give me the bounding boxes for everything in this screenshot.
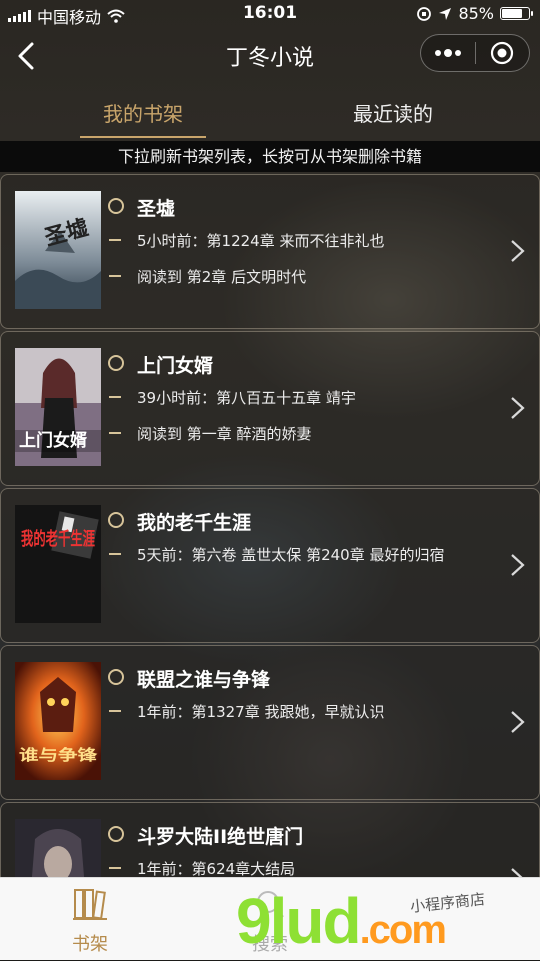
active-tab-indicator (80, 136, 206, 138)
watermark-brand: 9lud (236, 885, 362, 957)
book-card[interactable]: 我的老千生涯 我的老千生涯 5天前：第六卷 盖世太保 第240章 最好的归宿 (0, 488, 540, 643)
latest-update: 1年前：第624章大结局 (137, 860, 296, 878)
title-bullet-icon (108, 512, 124, 528)
title-bullet-icon (108, 669, 124, 685)
tab-bookshelf[interactable]: 书架 (40, 878, 140, 961)
status-right: 85% (416, 4, 533, 23)
target-circle-icon (491, 41, 514, 65)
dash-icon (109, 710, 121, 712)
latest-update: 1年前：第1327章 我跟她，早就认识 (137, 703, 385, 721)
title-bullet-icon (108, 355, 124, 371)
dash-icon (109, 239, 121, 241)
tab-recently-read[interactable]: 最近读的 (330, 98, 456, 127)
cover-title: 上门女婿 (19, 430, 87, 451)
book-title: 联盟之谁与争锋 (137, 669, 271, 691)
mini-program-capsule (420, 34, 530, 72)
bookshelf-icon (73, 889, 107, 920)
book-cover: 谁与争锋 (15, 662, 101, 780)
book-cover: 圣墟 (15, 191, 101, 309)
title-bullet-icon (108, 826, 124, 842)
chevron-right-icon (511, 554, 525, 576)
book-cover: 我的老千生涯 (15, 505, 101, 623)
cover-title: 我的老千生涯 (21, 528, 95, 550)
battery-percent: 85% (458, 4, 494, 23)
book-title: 我的老千生涯 (137, 512, 252, 534)
shelf-tabs: 我的书架 最近读的 (0, 86, 540, 140)
location-icon (439, 7, 452, 20)
book-cover: 上门女婿 (15, 348, 101, 466)
pull-refresh-tip: 下拉刷新书架列表，长按可从书架删除书籍 (0, 141, 540, 172)
navigation-bar: 丁冬小说 (0, 28, 540, 84)
dash-icon (109, 867, 121, 869)
tab-my-bookshelf[interactable]: 我的书架 (80, 98, 206, 127)
book-card[interactable]: 谁与争锋 联盟之谁与争锋 1年前：第1327章 我跟她，早就认识 (0, 645, 540, 800)
dash-icon (109, 432, 121, 434)
more-menu-button[interactable] (421, 35, 475, 71)
battery-icon (500, 7, 533, 20)
close-mini-program-button[interactable] (476, 35, 530, 71)
battery-fill (502, 9, 522, 18)
orientation-lock-icon (417, 6, 432, 21)
cover-title: 谁与争锋 (19, 746, 98, 764)
chevron-right-icon (511, 397, 525, 419)
latest-update: 5小时前：第1224章 来而不往非礼也 (137, 232, 385, 250)
dash-icon (109, 553, 121, 555)
book-title: 上门女婿 (137, 355, 214, 377)
read-progress: 阅读到 第2章 后文明时代 (137, 268, 307, 286)
book-title: 圣墟 (137, 198, 176, 220)
chevron-right-icon (511, 240, 525, 262)
latest-update: 5天前：第六卷 盖世太保 第240章 最好的归宿 (137, 546, 445, 564)
dash-icon (109, 396, 121, 398)
dash-icon (109, 275, 121, 277)
title-bullet-icon (108, 198, 124, 214)
tab-bookshelf-label: 书架 (72, 934, 108, 955)
status-bar: 中国移动 16:01 85% (0, 0, 540, 28)
book-card[interactable]: 上门女婿 上门女婿 39小时前：第八百五十五章 靖宇 阅读到 第一章 醉酒的娇妻 (0, 331, 540, 486)
read-progress: 阅读到 第一章 醉酒的娇妻 (137, 425, 312, 443)
book-title: 斗罗大陆II绝世唐门 (137, 826, 304, 848)
latest-update: 39小时前：第八百五十五章 靖宇 (137, 389, 356, 407)
chevron-right-icon (511, 711, 525, 733)
more-dots-icon (434, 49, 461, 57)
book-card[interactable]: 圣墟 圣墟 5小时前：第1224章 来而不往非礼也 阅读到 第2章 后文明时代 (0, 174, 540, 329)
